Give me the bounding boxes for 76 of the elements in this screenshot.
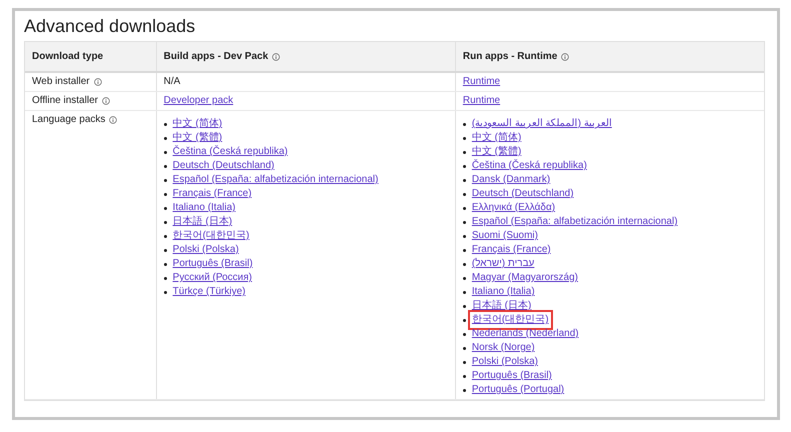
bullet-icon (462, 276, 466, 280)
language-link[interactable]: 日本語 (日本) (172, 216, 232, 228)
bullet-icon (462, 374, 466, 378)
language-link[interactable]: Dansk (Danmark) (472, 174, 550, 186)
language-link[interactable]: Deutsch (Deutschland) (472, 188, 574, 200)
language-link[interactable]: Português (Portugal) (472, 384, 564, 396)
bullet-icon (462, 192, 466, 196)
bullet-icon (462, 332, 466, 336)
language-link[interactable]: Português (Brasil) (172, 258, 253, 270)
bullet-icon (462, 122, 466, 126)
language-link[interactable]: 中文 (简体) (472, 132, 522, 144)
language-link[interactable]: 中文 (简体) (172, 118, 222, 130)
bullet-icon (164, 276, 167, 280)
language-link[interactable]: Türkçe (Türkiye) (172, 286, 246, 298)
bullet-icon (164, 262, 167, 266)
language-link[interactable]: Polski (Polska) (172, 244, 239, 256)
bullet-icon (164, 150, 167, 154)
bullet-icon (164, 136, 167, 140)
language-link[interactable]: Français (France) (172, 188, 252, 200)
download-link[interactable]: Runtime (462, 76, 500, 87)
language-link[interactable]: עברית (ישראל) (472, 258, 534, 270)
language-link[interactable]: Norsk (Norge) (472, 342, 535, 354)
language-link[interactable]: Italiano (Italia) (472, 286, 535, 298)
language-link[interactable]: Čeština (Česká republika) (172, 146, 288, 158)
download-link[interactable]: Developer pack (164, 95, 234, 106)
bullet-icon (462, 178, 466, 182)
page-title: Advanced downloads (24, 15, 196, 38)
bullet-icon (462, 346, 466, 350)
bullet-icon (462, 262, 466, 266)
language-link[interactable]: العربية (المملكة العربية السعودية) (472, 118, 612, 130)
language-link[interactable]: Čeština (Česká republika) (472, 160, 587, 172)
bullet-icon (462, 136, 466, 140)
column-header: Build apps - Dev Pack (164, 50, 268, 64)
language-link[interactable]: Ελληνικά (Ελλάδα) (472, 202, 556, 214)
bullet-icon (462, 220, 466, 224)
language-link[interactable]: 中文 (繁體) (172, 132, 222, 144)
language-link[interactable]: Suomi (Suomi) (472, 230, 538, 242)
bullet-icon (164, 234, 167, 238)
row-label: Web installer (32, 76, 90, 88)
row-label: Offline installer (32, 95, 98, 107)
language-link[interactable]: Italiano (Italia) (172, 202, 236, 214)
language-link[interactable]: Русский (Россия) (172, 272, 252, 284)
language-link[interactable]: Nederlands (Nederland) (472, 328, 579, 340)
bullet-icon (462, 164, 466, 168)
bullet-icon (462, 360, 466, 364)
language-link[interactable]: Español (España: alfabetización internacional) (472, 216, 678, 228)
bullet-icon (462, 206, 466, 210)
language-link[interactable]: 中文 (繁體) (472, 146, 522, 158)
download-link[interactable]: Runtime (462, 95, 500, 106)
bullet-icon (462, 234, 466, 238)
bullet-icon (164, 248, 167, 252)
language-link[interactable]: Deutsch (Deutschland) (172, 160, 274, 172)
bullet-icon (462, 150, 466, 154)
bullet-icon (164, 122, 167, 126)
language-link[interactable]: 한국어(대한민국) (172, 230, 250, 242)
language-link[interactable]: Polski (Polska) (472, 356, 538, 368)
row-label: Language packs (32, 114, 106, 126)
column-header: Run apps - Runtime (462, 50, 558, 64)
bullet-icon (462, 290, 466, 294)
language-link[interactable]: 日本語 (日本) (472, 300, 532, 312)
language-link[interactable]: Español (España: alfabetización internacional) (172, 174, 378, 186)
bullet-icon (462, 318, 466, 322)
language-link[interactable]: Português (Brasil) (472, 370, 552, 382)
bullet-icon (462, 304, 466, 308)
bullet-icon (164, 220, 167, 224)
language-link[interactable]: Français (France) (472, 244, 551, 256)
bullet-icon (164, 192, 167, 196)
bullet-icon (462, 388, 466, 392)
bullet-icon (164, 178, 167, 182)
bullet-icon (462, 248, 466, 252)
table-cell: N/A (164, 76, 180, 87)
language-link[interactable]: Magyar (Magyarország) (472, 272, 578, 284)
bullet-icon (164, 290, 167, 294)
column-header: Download type (32, 50, 104, 64)
bullet-icon (164, 206, 167, 210)
bullet-icon (164, 164, 167, 168)
